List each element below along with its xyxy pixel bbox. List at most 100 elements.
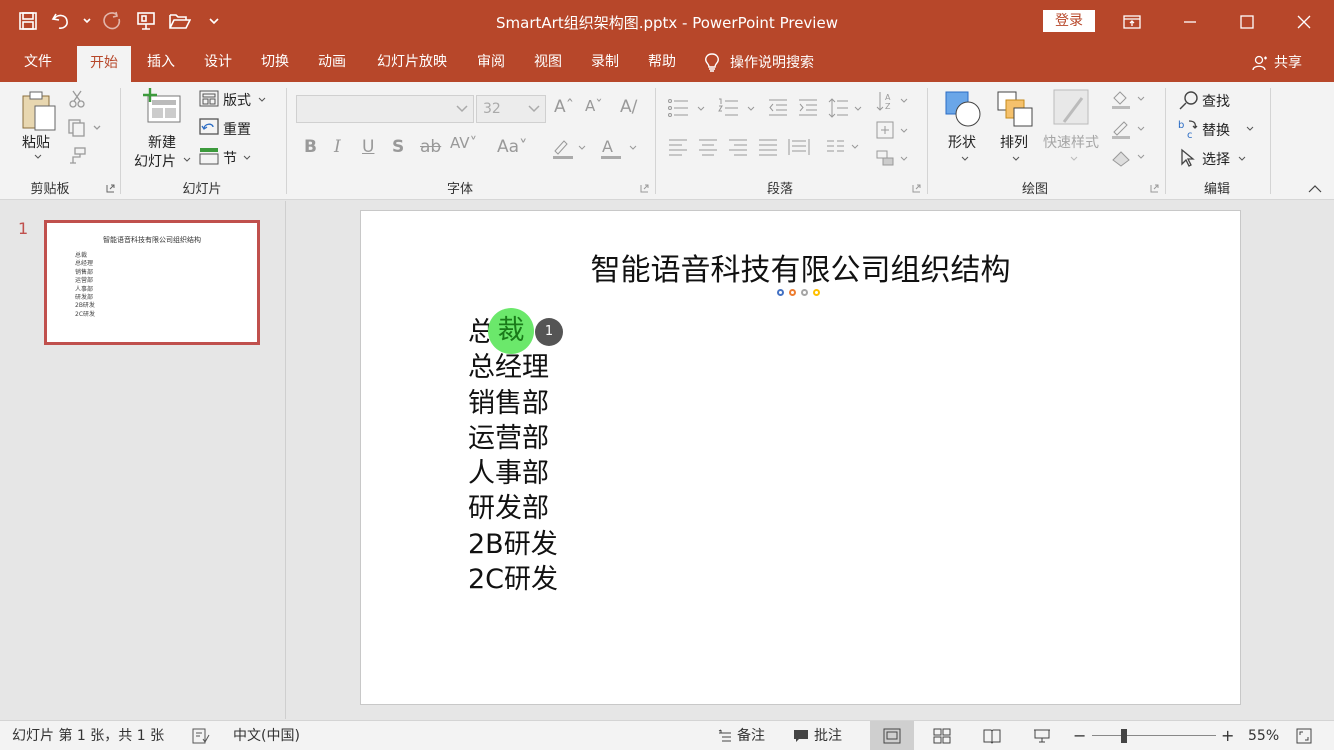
tab-review[interactable]: 审阅 — [467, 44, 515, 82]
paste-dropdown-icon[interactable] — [34, 154, 42, 160]
align-text-icon[interactable] — [876, 120, 910, 140]
smartart-convert-icon[interactable] — [876, 148, 910, 168]
notes-button[interactable]: 备注 — [718, 721, 765, 750]
distributed-icon[interactable] — [788, 138, 810, 156]
tab-home[interactable]: 开始 — [77, 46, 131, 82]
select-label[interactable]: 选择 — [1202, 149, 1230, 169]
slide[interactable]: 智能语音科技有限公司组织结构 总 总经理 销售部 运营部 人事部 研发部 2B研… — [360, 210, 1241, 705]
select-icon[interactable] — [1180, 148, 1196, 168]
align-center-icon[interactable] — [698, 138, 718, 156]
bold-icon[interactable]: B — [304, 137, 317, 157]
new-slide-label-1[interactable]: 新建 — [148, 132, 176, 152]
org-item[interactable]: 2B研发 — [468, 527, 558, 562]
decrease-indent-icon[interactable] — [768, 98, 788, 118]
comments-button[interactable]: 批注 — [793, 721, 842, 750]
line-spacing-icon[interactable] — [828, 98, 864, 118]
paragraph-launcher-icon[interactable] — [912, 184, 921, 193]
zoom-slider-track[interactable] — [1092, 735, 1216, 736]
tell-me-search[interactable]: 操作说明搜索 — [704, 44, 844, 82]
find-label[interactable]: 查找 — [1202, 91, 1230, 111]
slide-sorter-button[interactable] — [920, 721, 964, 750]
new-slide-dropdown-icon[interactable] — [183, 157, 191, 163]
replace-label[interactable]: 替换 — [1202, 120, 1230, 140]
replace-dropdown-icon[interactable] — [1246, 126, 1254, 132]
zoom-level[interactable]: 55% — [1248, 721, 1279, 750]
collapse-ribbon-icon[interactable] — [1308, 184, 1322, 193]
zoom-slider-thumb[interactable] — [1121, 729, 1127, 743]
text-direction-icon[interactable]: AZ — [876, 90, 910, 112]
slideshow-button[interactable] — [1020, 721, 1064, 750]
tab-insert[interactable]: 插入 — [137, 44, 185, 82]
org-item[interactable]: 销售部 — [468, 386, 558, 421]
justify-icon[interactable] — [758, 138, 778, 156]
org-item[interactable]: 2C研发 — [468, 562, 558, 597]
format-painter-icon[interactable] — [67, 146, 87, 166]
fit-to-window-icon[interactable] — [1296, 728, 1312, 748]
quick-styles-label[interactable]: 快速样式 — [1043, 132, 1099, 152]
cut-icon[interactable] — [67, 89, 87, 109]
login-button[interactable]: 登录 — [1043, 10, 1095, 32]
minimize-icon[interactable] — [1162, 0, 1218, 44]
increase-font-icon[interactable]: Aˆ — [554, 97, 574, 117]
drawing-launcher-icon[interactable] — [1150, 184, 1159, 193]
tab-transitions[interactable]: 切换 — [251, 44, 299, 82]
align-left-icon[interactable] — [668, 138, 688, 156]
arrange-label[interactable]: 排列 — [1000, 132, 1028, 152]
increase-indent-icon[interactable] — [798, 98, 818, 118]
quick-styles-icon[interactable] — [1052, 88, 1094, 130]
tab-view[interactable]: 视图 — [524, 44, 572, 82]
decrease-font-icon[interactable]: Aˇ — [585, 97, 603, 115]
select-dropdown-icon[interactable] — [1238, 156, 1246, 162]
align-right-icon[interactable] — [728, 138, 748, 156]
highlighted-character[interactable]: 裁 — [488, 308, 534, 354]
zoom-out-button[interactable]: − — [1073, 721, 1086, 750]
arrange-dropdown-icon[interactable] — [1012, 156, 1020, 162]
shape-effects-icon[interactable] — [1110, 148, 1146, 168]
copy-icon[interactable] — [67, 118, 101, 138]
change-case-icon[interactable]: Aa˅ — [497, 137, 528, 157]
underline-icon[interactable]: U — [362, 137, 374, 157]
clear-formatting-icon[interactable]: A∕ — [620, 97, 637, 117]
tab-record[interactable]: 录制 — [581, 44, 629, 82]
text-shadow-icon[interactable]: S — [392, 137, 404, 157]
layout-label[interactable]: 版式 — [223, 90, 251, 110]
numbering-icon[interactable] — [718, 98, 758, 118]
org-item[interactable]: 人事部 — [468, 456, 558, 491]
tab-slideshow[interactable]: 幻灯片放映 — [366, 44, 458, 82]
font-size-combo[interactable]: 32 — [476, 95, 546, 123]
zoom-in-button[interactable]: + — [1221, 721, 1234, 750]
replace-icon[interactable]: bc — [1177, 118, 1199, 140]
share-button[interactable]: 共享 — [1252, 44, 1302, 82]
character-spacing-icon[interactable]: AV˅ — [450, 134, 477, 152]
tab-design[interactable]: 设计 — [194, 44, 242, 82]
paste-label[interactable]: 粘贴 — [22, 132, 50, 152]
accessibility-icon[interactable] — [192, 728, 210, 748]
paste-icon[interactable] — [20, 90, 58, 134]
shapes-icon[interactable] — [944, 90, 984, 130]
italic-icon[interactable]: I — [334, 137, 341, 157]
new-slide-label-2[interactable]: 幻灯片 — [134, 151, 176, 171]
new-slide-icon[interactable] — [142, 88, 182, 126]
section-icon[interactable] — [199, 147, 219, 165]
org-item[interactable]: 运营部 — [468, 421, 558, 456]
org-text-list[interactable]: 总 总经理 销售部 运营部 人事部 研发部 2B研发 2C研发 — [468, 315, 558, 597]
org-item[interactable]: 研发部 — [468, 491, 558, 526]
shape-fill-icon[interactable] — [1110, 88, 1146, 110]
section-dropdown-icon[interactable] — [243, 155, 251, 161]
tab-animations[interactable]: 动画 — [308, 44, 356, 82]
highlight-color-icon[interactable] — [552, 137, 586, 161]
tab-help[interactable]: 帮助 — [638, 44, 686, 82]
reset-label[interactable]: 重置 — [223, 119, 251, 139]
close-icon[interactable] — [1276, 0, 1332, 44]
shape-outline-icon[interactable] — [1110, 118, 1146, 140]
org-item[interactable]: 总经理 — [468, 350, 558, 385]
clipboard-launcher-icon[interactable] — [106, 184, 115, 193]
bullets-icon[interactable] — [668, 98, 708, 118]
normal-view-button[interactable] — [870, 721, 914, 750]
columns-icon[interactable] — [826, 138, 862, 156]
maximize-icon[interactable] — [1219, 0, 1275, 44]
slide-thumbnail[interactable]: 智能语音科技有限公司组织结构 总裁 总经理 销售部 运营部 人事部 研发部 2B… — [44, 220, 260, 345]
slide-title[interactable]: 智能语音科技有限公司组织结构 — [361, 245, 1240, 289]
tab-file[interactable]: 文件 — [14, 44, 62, 82]
arrange-icon[interactable] — [996, 90, 1036, 130]
